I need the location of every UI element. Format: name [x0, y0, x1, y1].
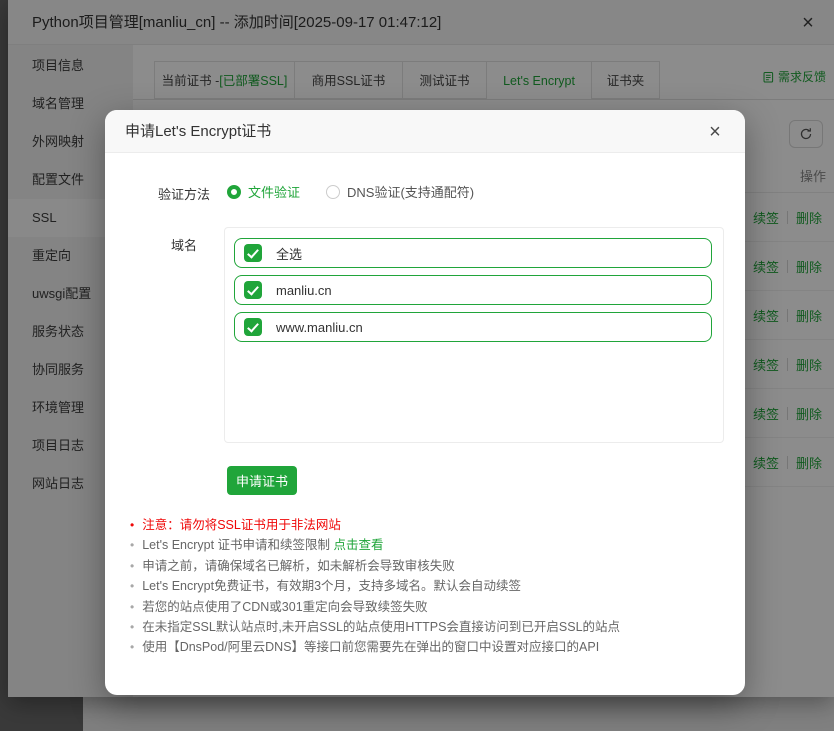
- lets-encrypt-modal: 申请Let's Encrypt证书 × 验证方法 文件验证 DNS验证(支持通配…: [105, 110, 745, 695]
- note-default-site: 在未指定SSL默认站点时,未开启SSL的站点使用HTTPS会直接访问到已开启SS…: [130, 617, 620, 637]
- view-limit-link[interactable]: 点击查看: [334, 538, 384, 552]
- modal-close-icon[interactable]: ×: [701, 118, 729, 146]
- domain-item[interactable]: www.manliu.cn: [234, 312, 712, 342]
- note-dns-api: 使用【DnsPod/阿里云DNS】等接口前您需要先在弹出的窗口中设置对应接口的A…: [130, 637, 620, 657]
- note-validity: Let's Encrypt免费证书，有效期3个月，支持多域名。默认会自动续签: [130, 576, 620, 596]
- modal-title: 申请Let's Encrypt证书: [125, 110, 271, 153]
- verify-method-options: 文件验证 DNS验证(支持通配符): [227, 182, 474, 201]
- domain-label: 域名: [149, 235, 219, 254]
- domain-item-label: manliu.cn: [276, 283, 332, 298]
- note-cdn: 若您的站点使用了CDN或301重定向会导致续签失败: [130, 597, 620, 617]
- checkbox-checked-icon[interactable]: [244, 318, 262, 336]
- notes-list: 注意：请勿将SSL证书用于非法网站 Let's Encrypt 证书申请和续签限…: [130, 515, 620, 658]
- radio-dns-verify[interactable]: DNS验证(支持通配符): [326, 182, 474, 201]
- note-limit: Let's Encrypt 证书申请和续签限制 点击查看: [130, 535, 620, 555]
- apply-cert-button[interactable]: 申请证书: [227, 466, 297, 495]
- verify-method-label: 验证方法: [149, 184, 219, 203]
- domain-select-all[interactable]: 全选: [234, 238, 712, 268]
- domain-item-label: www.manliu.cn: [276, 320, 363, 335]
- domain-list: 全选 manliu.cn www.manliu.cn: [224, 227, 724, 443]
- radio-on-icon: [227, 185, 241, 199]
- modal-header: 申请Let's Encrypt证书 ×: [105, 110, 745, 153]
- radio-file-verify-label: 文件验证: [248, 182, 300, 201]
- note-warning: 注意：请勿将SSL证书用于非法网站: [130, 515, 620, 535]
- screen: Python项目管理[manliu_cn] -- 添加时间[2025-09-17…: [0, 0, 834, 731]
- note-resolve: 申请之前，请确保域名已解析，如未解析会导致审核失败: [130, 556, 620, 576]
- radio-file-verify[interactable]: 文件验证: [227, 182, 300, 201]
- domain-select-all-label: 全选: [276, 244, 302, 263]
- checkbox-checked-icon[interactable]: [244, 244, 262, 262]
- radio-off-icon: [326, 185, 340, 199]
- checkbox-checked-icon[interactable]: [244, 281, 262, 299]
- domain-item[interactable]: manliu.cn: [234, 275, 712, 305]
- radio-dns-verify-label: DNS验证(支持通配符): [347, 182, 474, 201]
